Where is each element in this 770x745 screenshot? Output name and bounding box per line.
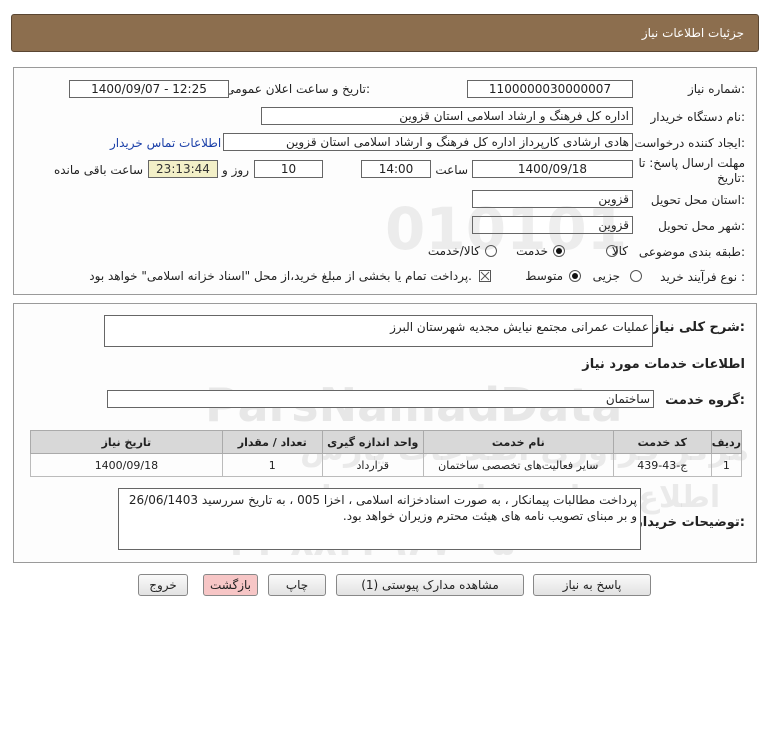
process-option-minor: جزیی <box>592 269 620 283</box>
category-option-goods-service: کالا/خدمت <box>427 244 480 258</box>
requester-label: ایجاد کننده درخواست: <box>634 136 745 150</box>
province-label: استان محل تحویل: <box>650 193 745 207</box>
treasury-note: پرداخت تمام یا بخشی از مبلغ خرید،از محل … <box>89 269 472 283</box>
table-row: 1 ج-43-439 سایر فعالیت‌های تخصصی ساختمان… <box>30 453 743 477</box>
need-number-label: شماره نیاز: <box>687 82 745 96</box>
cell-need-date: 1400/09/18 <box>30 453 223 477</box>
col-service-code: کد خدمت <box>612 430 712 454</box>
reply-button[interactable]: پاسخ به نیاز <box>533 574 651 596</box>
deadline-label: مهلت ارسال پاسخ: تا <box>638 156 745 170</box>
category-option-service: خدمت <box>516 244 548 258</box>
city-label: شهر محل تحویل: <box>658 219 745 233</box>
buyer-notes-label: توضیحات خریدار: <box>635 515 745 530</box>
description-label: شرح کلی نیاز: <box>651 320 745 335</box>
cell-quantity: 1 <box>221 453 323 477</box>
category-option-goods: کالا <box>611 244 628 258</box>
process-radio-minor[interactable] <box>630 270 642 282</box>
deadline-time-label: ساعت <box>435 163 468 177</box>
page-header: جزئیات اطلاعات نیاز <box>11 14 759 52</box>
cell-unit: قرارداد <box>321 453 424 477</box>
deadline-date-label: تاریخ: <box>717 171 745 185</box>
view-attachments-button[interactable]: مشاهده مدارک پیوستی (1) <box>336 574 524 596</box>
buyer-contact-link[interactable]: اطلاعات تماس خریدار <box>110 136 221 150</box>
checkbox-cross-icon <box>480 271 490 281</box>
col-need-date: تاریخ نیاز <box>30 430 223 454</box>
category-label: طبقه بندی موضوعی: <box>638 245 745 259</box>
col-row: ردیف <box>710 430 743 454</box>
need-number-field: 1100000030000007 <box>467 80 633 98</box>
process-label: نوع فرآیند خرید : <box>660 270 745 284</box>
days-remaining-field: 10 <box>254 160 323 178</box>
category-radio-service[interactable] <box>553 245 565 257</box>
buyer-org-field: اداره کل فرهنگ و ارشاد اسلامی استان قزوی… <box>261 107 633 125</box>
services-section-title: اطلاعات خدمات مورد نیاز <box>582 357 745 372</box>
print-button[interactable]: چاپ <box>268 574 326 596</box>
buyer-org-label: نام دستگاه خریدار: <box>650 110 746 124</box>
process-option-medium: متوسط <box>525 269 563 283</box>
province-field: قزوین <box>472 190 633 208</box>
description-field: عملیات عمرانی مجتمع نیایش مجدیه شهرستان … <box>104 315 653 347</box>
exit-button[interactable]: خروج <box>138 574 188 596</box>
announce-datetime-label: تاریخ و ساعت اعلان عمومی: <box>225 82 370 96</box>
city-field: قزوین <box>472 216 633 234</box>
col-service-name: نام خدمت <box>422 430 614 454</box>
service-group-field: ساختمان <box>107 390 654 408</box>
cell-service-code: ج-43-439 <box>612 453 712 477</box>
buyer-notes-field: پرداخت مطالبات پیمانکار ، به صورت اسنادخ… <box>118 488 641 550</box>
remaining-time-field: 23:13:44 <box>148 160 218 178</box>
deadline-date-field: 1400/09/18 <box>472 160 633 178</box>
remaining-time-label: ساعت باقی مانده <box>53 163 143 177</box>
service-group-label: گروه خدمت: <box>665 393 745 408</box>
cell-service-name: سایر فعالیت‌های تخصصی ساختمان <box>422 453 614 477</box>
deadline-time-field: 14:00 <box>361 160 431 178</box>
cell-row: 1 <box>710 453 743 477</box>
need-info-panel <box>13 67 757 295</box>
col-unit: واحد اندازه گیری <box>321 430 424 454</box>
treasury-checkbox[interactable] <box>479 270 491 282</box>
page-title: جزئیات اطلاعات نیاز <box>641 26 744 40</box>
col-quantity: تعداد / مقدار <box>221 430 323 454</box>
category-radio-goods-service[interactable] <box>485 245 497 257</box>
announce-datetime-field: 1400/09/07 - 12:25 <box>69 80 229 98</box>
days-label: روز و <box>222 163 249 177</box>
services-table-header: ردیف کد خدمت نام خدمت واحد اندازه گیری ت… <box>30 430 743 454</box>
services-table: ردیف کد خدمت نام خدمت واحد اندازه گیری ت… <box>30 430 743 477</box>
back-button[interactable]: بازگشت <box>203 574 258 596</box>
requester-field: هادی ارشادی کارپرداز اداره کل فرهنگ و ار… <box>223 133 633 151</box>
process-radio-medium[interactable] <box>569 270 581 282</box>
